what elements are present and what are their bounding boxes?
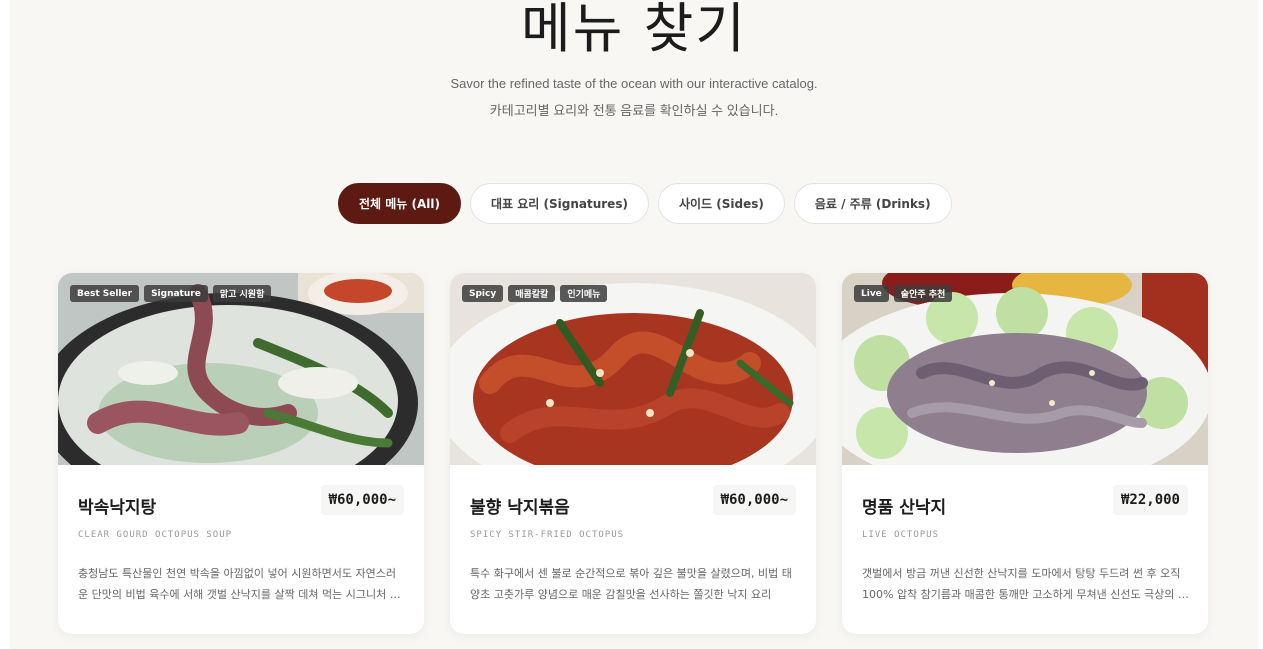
tab-all[interactable]: 전체 메뉴 (All) — [338, 183, 461, 224]
subtitle-korean: 카테고리별 요리와 전통 음료를 확인하실 수 있습니다. — [489, 103, 779, 118]
badge-row: Best Seller Signature 맑고 시원함 — [70, 285, 272, 302]
dish-name: 명품 산낙지 — [862, 498, 947, 518]
dish-description: 갯벌에서 방금 꺼낸 신선한 산낙지를 도마에서 탕탕 두드려 썬 후 오직 1… — [862, 567, 1189, 601]
subtitle-english: Savor the refined taste of the ocean wit… — [450, 76, 818, 91]
menu-card-stir-fried[interactable]: Spicy 매콤칼칼 인기메뉴 불향 낙지볶음 ₩60,000~ SPICY S… — [450, 273, 816, 634]
badge: Signature — [144, 285, 208, 302]
menu-page: 메뉴 찾기 Savor the refined taste of the oce… — [10, 0, 1258, 649]
badge: Best Seller — [70, 285, 140, 302]
category-tabs: 전체 메뉴 (All) 대표 요리 (Signatures) 사이드 (Side… — [338, 183, 952, 224]
dish-english-name: SPICY STIR-FRIED OCTOPUS — [470, 530, 625, 540]
tab-drinks[interactable]: 음료 / 주류 (Drinks) — [793, 183, 952, 224]
menu-card-live-octopus[interactable]: Live 술안주 추천 명품 산낙지 ₩22,000 LIVE OCTOPUS … — [842, 273, 1208, 634]
dish-photo-soup: Best Seller Signature 맑고 시원함 — [58, 273, 424, 465]
badge: Spicy — [462, 285, 504, 302]
badge: 인기메뉴 — [560, 285, 608, 302]
badge: Live — [854, 285, 889, 302]
dish-photo-live-octopus: Live 술안주 추천 — [842, 273, 1208, 465]
badge: 매콤칼칼 — [508, 285, 556, 302]
dish-price: ₩60,000~ — [320, 485, 404, 515]
badge: 맑고 시원함 — [212, 285, 272, 302]
dish-description: 특수 화구에서 센 불로 순간적으로 볶아 깊은 불맛을 살렸으며, 비법 태양… — [470, 567, 792, 601]
menu-card-gourd-soup[interactable]: Best Seller Signature 맑고 시원함 박속낙지탕 ₩60,0… — [58, 273, 424, 634]
dish-description: 충청남도 특산물인 천연 박속을 아낌없이 넣어 시원하면서도 자연스러운 단맛… — [78, 567, 400, 601]
tab-signatures[interactable]: 대표 요리 (Signatures) — [470, 183, 649, 224]
tab-sides[interactable]: 사이드 (Sides) — [657, 183, 785, 224]
dish-english-name: LIVE OCTOPUS — [862, 530, 940, 540]
badge: 술안주 추천 — [893, 285, 953, 302]
dish-english-name: CLEAR GOURD OCTOPUS SOUP — [78, 530, 233, 540]
dish-price: ₩60,000~ — [712, 485, 796, 515]
dish-price: ₩22,000 — [1112, 485, 1188, 515]
dish-name: 박속낙지탕 — [78, 498, 157, 518]
dish-name: 불향 낙지볶음 — [470, 498, 570, 518]
badge-row: Spicy 매콤칼칼 인기메뉴 — [462, 285, 608, 302]
badge-row: Live 술안주 추천 — [854, 285, 953, 302]
dish-photo-stir-fried: Spicy 매콤칼칼 인기메뉴 — [450, 273, 816, 465]
page-title: 메뉴 찾기 — [521, 0, 747, 60]
